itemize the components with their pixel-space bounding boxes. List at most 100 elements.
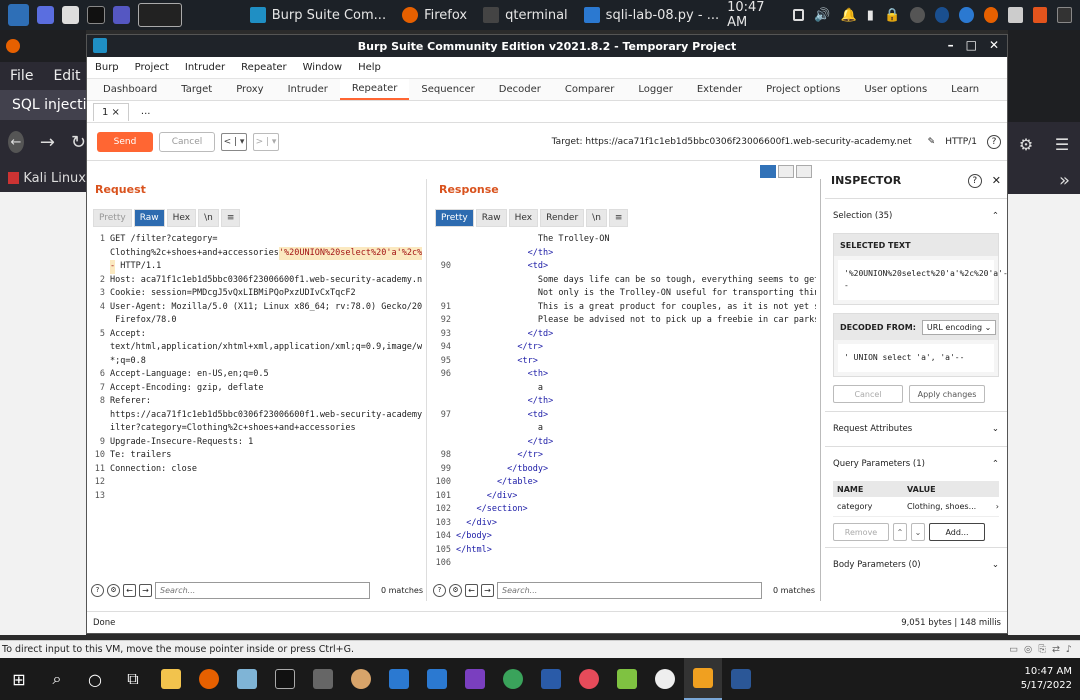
github-icon[interactable] [646, 658, 684, 700]
response-tab-raw[interactable]: Raw [475, 209, 507, 227]
menu-help[interactable]: Help [358, 62, 381, 73]
notification-icon[interactable]: 🔔 [841, 8, 857, 23]
response-search-input[interactable] [497, 581, 762, 599]
request-search-input[interactable] [155, 581, 370, 599]
decoded-text-value[interactable]: ' UNION select 'a', 'a'-- [838, 344, 994, 372]
settings-icon[interactable]: ⚙ [449, 583, 462, 597]
tab-repeater[interactable]: Repeater [339, 79, 410, 100]
visual-studio-icon[interactable] [456, 658, 494, 700]
add-param-button[interactable]: Add... [929, 523, 985, 541]
vm-network-icon[interactable]: ⇄ [1052, 644, 1060, 655]
notes-icon[interactable] [228, 658, 266, 700]
taskbar-clock[interactable]: 10:47 AM 5/17/2022 [1021, 665, 1080, 693]
layout-tabs-icon[interactable] [796, 165, 812, 178]
task-qterminal[interactable]: qterminal [475, 0, 576, 30]
browser-menu-file[interactable]: File [10, 68, 33, 84]
task-burp[interactable]: Burp Suite Com... [242, 0, 394, 30]
extension-icon[interactable]: ⚙ [1019, 135, 1033, 154]
body-parameters-header[interactable]: Body Parameters (0) ⌄ [825, 548, 1007, 582]
browser-tab[interactable]: SQL injectic [0, 90, 86, 120]
request-options-menu[interactable]: ≡ [220, 209, 241, 227]
prev-match-icon[interactable]: ← [123, 583, 136, 597]
selection-header[interactable]: Selection (35) ⌃ [825, 199, 1007, 233]
request-attributes-header[interactable]: Request Attributes ⌄ [825, 412, 1007, 446]
terminal-icon[interactable] [87, 6, 105, 24]
repeater-tab-new[interactable]: ... [133, 103, 159, 120]
calculator-icon[interactable] [304, 658, 342, 700]
tab-user-options[interactable]: User options [852, 79, 939, 100]
repeater-tab-1[interactable]: 1 × [93, 102, 129, 121]
response-tab-render[interactable]: Render [540, 209, 585, 227]
tab-comparer[interactable]: Comparer [553, 79, 626, 100]
menu-window[interactable]: Window [303, 62, 342, 73]
display-icon[interactable] [793, 9, 805, 21]
lock-icon[interactable]: 🔒 [884, 8, 900, 23]
send-button[interactable]: Send [97, 131, 153, 152]
minimize-icon[interactable]: – [948, 38, 954, 52]
request-newline-toggle[interactable]: \n [198, 209, 219, 227]
firefox-taskbar-icon[interactable] [190, 658, 228, 700]
vm-sound-icon[interactable]: ♪ [1066, 644, 1072, 655]
files-icon[interactable] [62, 6, 80, 24]
layout-side-by-side-icon[interactable] [760, 165, 776, 178]
tab-sequencer[interactable]: Sequencer [409, 79, 486, 100]
firefox-tray-icon[interactable] [983, 7, 999, 23]
cancel-button[interactable]: Cancel [159, 131, 215, 152]
query-parameters-header[interactable]: Query Parameters (1) ⌃ [825, 447, 1007, 481]
red-app-icon[interactable] [570, 658, 608, 700]
vm-usb-icon[interactable]: ⎘ [1038, 644, 1046, 655]
workspace-preview[interactable] [137, 3, 182, 27]
selected-text-value[interactable]: '%20UNION%20select%20'a'%2c%20'a'-- [838, 260, 1008, 300]
request-tab-raw[interactable]: Raw [133, 209, 165, 227]
tab-proxy[interactable]: Proxy [224, 79, 275, 100]
tab-logger[interactable]: Logger [626, 79, 684, 100]
vscode-taskbar-icon[interactable] [418, 658, 456, 700]
prev-match-icon[interactable]: ← [465, 583, 478, 597]
paint-icon[interactable] [342, 658, 380, 700]
task-vscode[interactable]: sqli-lab-08.py - ... [576, 0, 727, 30]
vscode-tray-icon[interactable] [959, 7, 974, 23]
apply-changes-button[interactable]: Apply changes [909, 385, 985, 403]
menu-burp[interactable]: Burp [95, 62, 119, 73]
workspace-icon[interactable] [37, 6, 55, 24]
search-icon[interactable]: ⌕ [38, 658, 76, 700]
doc-icon[interactable] [1008, 7, 1023, 23]
request-tab-pretty[interactable]: Pretty [93, 209, 132, 227]
volume-icon[interactable]: 🔊 [814, 8, 830, 23]
help-icon[interactable]: ? [91, 583, 104, 597]
hamburger-menu-icon[interactable]: ☰ [1055, 135, 1069, 154]
task-view-icon[interactable]: ⧉ [114, 658, 152, 700]
help-icon[interactable]: ? [433, 583, 446, 597]
cortana-icon[interactable]: ○ [76, 658, 114, 700]
response-options-menu[interactable]: ≡ [608, 209, 629, 227]
powershell-icon[interactable] [532, 658, 570, 700]
forward-icon[interactable]: → [40, 132, 55, 153]
git-icon[interactable] [494, 658, 532, 700]
menu-intruder[interactable]: Intruder [185, 62, 225, 73]
request-tab-hex[interactable]: Hex [166, 209, 197, 227]
vm-cd-icon[interactable]: ◎ [1024, 644, 1032, 655]
response-tab-pretty[interactable]: Pretty [435, 209, 474, 227]
menu-project[interactable]: Project [135, 62, 169, 73]
tab-intruder[interactable]: Intruder [276, 79, 340, 100]
request-editor[interactable]: 1 GET /filter?category= Clothing%2c+shoes+… [91, 233, 422, 601]
bookmark-kali-linux[interactable]: Kali Linux [0, 164, 86, 192]
settings-icon[interactable]: ⚙ [107, 583, 120, 597]
response-newline-toggle[interactable]: \n [586, 209, 607, 227]
battery-icon[interactable]: ▮ [867, 8, 874, 23]
decoding-select[interactable]: URL encoding ⌄ [921, 319, 997, 335]
chrome-icon[interactable] [910, 7, 925, 23]
edit-target-icon[interactable]: ✎ [928, 137, 936, 147]
tab-target[interactable]: Target [169, 79, 224, 100]
table-row[interactable]: category Clothing, shoes... › [833, 497, 999, 517]
move-up-icon[interactable]: ⌃ [893, 523, 907, 541]
burp-tray-icon[interactable] [1032, 7, 1048, 23]
history-back-button[interactable]: < | ▾ [221, 132, 247, 151]
tab-learn[interactable]: Learn [939, 79, 991, 100]
vmware-icon[interactable] [684, 658, 722, 700]
cmd-icon[interactable] [266, 658, 304, 700]
panel-clock[interactable]: 10:47 AM [727, 0, 783, 30]
remote-desktop-icon[interactable] [380, 658, 418, 700]
response-tab-hex[interactable]: Hex [508, 209, 539, 227]
overflow-chevron-icon[interactable]: » [1008, 166, 1080, 194]
